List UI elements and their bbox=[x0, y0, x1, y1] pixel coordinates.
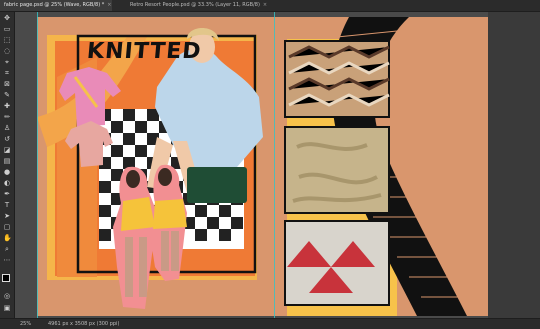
tab-label: Retro Resort People.psd @ 33.3% (Layer 1… bbox=[130, 2, 260, 8]
shape-tool-icon[interactable]: ▢ bbox=[3, 223, 11, 231]
type-tool-icon[interactable]: T bbox=[3, 201, 11, 209]
blur-icon[interactable]: ● bbox=[3, 168, 11, 176]
poster-headline: KNITTED bbox=[85, 39, 203, 64]
tab-label: fabric page.psd @ 25% (Wave, RGB/8) * bbox=[4, 2, 105, 8]
green-handbag bbox=[187, 167, 247, 203]
clone-stamp-icon[interactable]: ♙ bbox=[3, 124, 11, 132]
frame-tool-icon[interactable]: ⊠ bbox=[3, 80, 11, 88]
object-select-icon[interactable]: ⌖ bbox=[3, 58, 11, 66]
tools-panel: ✥ ▭ ⬚ ◌ ⌖ ⌗ ⊠ ✎ ✚ ✏ ♙ ↺ ◪ ▤ ● ◐ ✒ T ➤ ▢ … bbox=[0, 12, 15, 318]
vertical-guide[interactable] bbox=[37, 12, 38, 318]
move-tool-icon[interactable]: ✥ bbox=[3, 14, 11, 22]
vertical-guide[interactable] bbox=[274, 12, 275, 318]
document-tab-bar: fabric page.psd @ 25% (Wave, RGB/8) * × R… bbox=[0, 0, 540, 12]
eraser-icon[interactable]: ◪ bbox=[3, 146, 11, 154]
dodge-icon[interactable]: ◐ bbox=[3, 179, 11, 187]
history-brush-icon[interactable]: ↺ bbox=[3, 135, 11, 143]
pen-tool-icon[interactable]: ✒ bbox=[3, 190, 11, 198]
close-icon[interactable]: × bbox=[263, 2, 267, 8]
healing-brush-icon[interactable]: ✚ bbox=[3, 102, 11, 110]
crop-tool-icon[interactable]: ⌗ bbox=[3, 69, 11, 77]
brush-tool-icon[interactable]: ✏ bbox=[3, 113, 11, 121]
right-panel-area bbox=[488, 12, 540, 318]
close-icon[interactable]: × bbox=[107, 2, 111, 8]
marquee-tool-icon[interactable]: ⬚ bbox=[3, 36, 11, 44]
artboard-tool-icon[interactable]: ▭ bbox=[3, 25, 11, 33]
status-bar: 25% 4961 px x 3508 px (300 ppi) bbox=[0, 318, 540, 329]
document-canvas[interactable]: KNITTED bbox=[37, 17, 488, 316]
tab-fabric-page[interactable]: fabric page.psd @ 25% (Wave, RGB/8) * × bbox=[0, 0, 112, 11]
hand-tool-icon[interactable]: ✋ bbox=[3, 234, 12, 242]
foreground-color-swatch[interactable] bbox=[2, 274, 10, 282]
screen-mode-icon[interactable]: ▣ bbox=[3, 304, 11, 312]
edit-toolbar-icon[interactable]: ⋯ bbox=[3, 256, 11, 264]
path-select-icon[interactable]: ➤ bbox=[3, 212, 11, 220]
eyedropper-icon[interactable]: ✎ bbox=[3, 91, 11, 99]
tab-retro-resort[interactable]: Retro Resort People.psd @ 33.3% (Layer 1… bbox=[126, 0, 281, 11]
quick-mask-icon[interactable]: ◎ bbox=[3, 292, 11, 300]
colors-icon[interactable] bbox=[2, 274, 13, 285]
zoom-tool-icon[interactable]: ⌕ bbox=[3, 245, 11, 253]
lasso-tool-icon[interactable]: ◌ bbox=[3, 47, 11, 55]
gradient-icon[interactable]: ▤ bbox=[3, 157, 11, 165]
